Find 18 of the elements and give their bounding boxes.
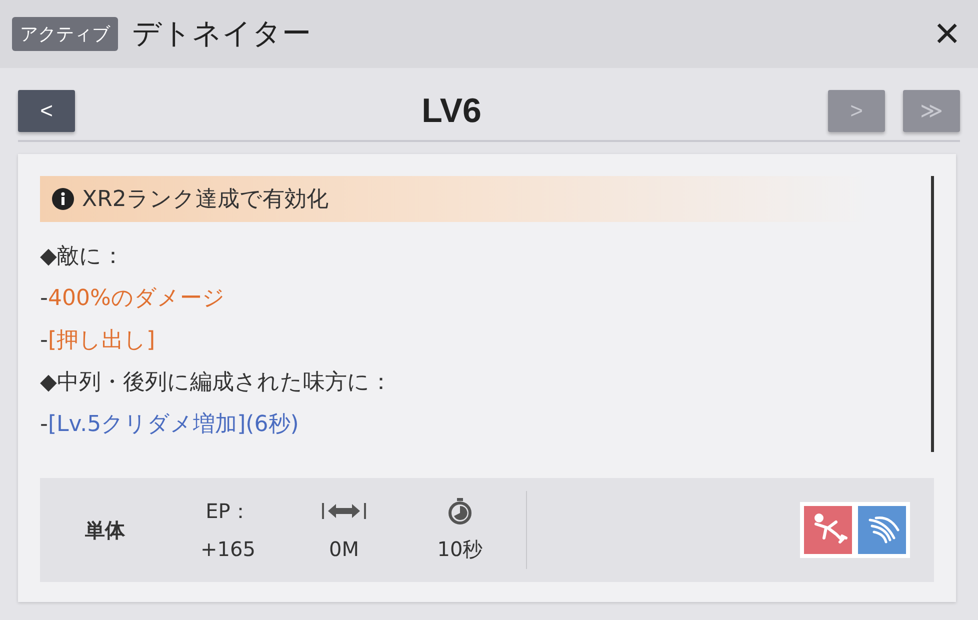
ep-label: EP： <box>206 498 250 524</box>
ep-value: +165 <box>200 536 256 563</box>
skill-title: デトネイター <box>132 15 312 52</box>
target-type: 単体 <box>84 516 126 544</box>
effect-line: -[Lv.5クリダメ増加](6秒) <box>40 411 300 439</box>
effect-line: -400%のダメージ <box>40 285 226 313</box>
skill-type-badge: アクティブ <box>12 17 118 51</box>
info-icon <box>52 188 74 210</box>
range-value: 0M <box>329 536 359 563</box>
effect-line: -[押し出し] <box>40 327 156 355</box>
stopwatch-icon <box>446 497 474 525</box>
notice-text: XR2ランク達成で有効化 <box>82 186 328 214</box>
level-title: LV6 <box>420 92 482 130</box>
effect-heading: ◆中列・後列に編成された味方に： <box>40 369 393 397</box>
close-button[interactable]: × <box>928 12 966 56</box>
previous-button[interactable]: < <box>18 90 75 132</box>
cooldown-value: 10秒 <box>437 536 483 562</box>
effect-heading: ◆敵に： <box>40 243 125 271</box>
